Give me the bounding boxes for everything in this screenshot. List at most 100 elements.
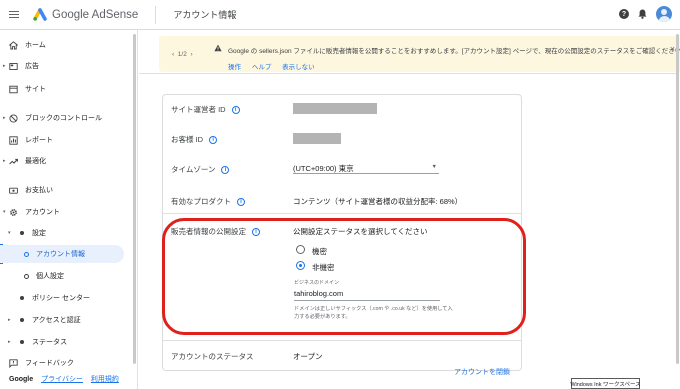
sidebar-item-label: お支払い	[25, 187, 53, 194]
sidebar-item-payments[interactable]: お支払い	[0, 181, 128, 199]
sidebar-item-ads[interactable]: ▸ 広告	[0, 57, 128, 75]
bullet-ring-icon	[24, 273, 29, 279]
sidebar-item-label: フィードバック	[25, 360, 74, 367]
products-value: コンテンツ（サイト運営者様の収益分配率: 68%）	[293, 197, 463, 206]
collapse-caret-icon[interactable]: ▾	[8, 230, 11, 236]
bullet-dot-icon	[20, 231, 24, 235]
block-icon	[9, 113, 18, 123]
banner-help-link[interactable]: ヘルプ	[252, 64, 272, 71]
main-scrollbar[interactable]	[676, 34, 679, 364]
row-divider	[163, 213, 521, 214]
sidebar-scrollbar[interactable]	[133, 34, 136, 364]
banner-close-icon[interactable]: ×	[670, 44, 675, 54]
publisher-id-text: サイト運営者 ID	[171, 105, 226, 114]
info-icon[interactable]: i	[221, 165, 230, 174]
expand-caret-icon[interactable]: ▸	[8, 317, 11, 323]
gear-icon	[10, 208, 17, 216]
help-icon[interactable]: ?	[619, 9, 629, 19]
sidebar-item-feedback[interactable]: フィードバック	[0, 354, 128, 372]
customer-id-redacted	[293, 133, 341, 144]
timezone-text: タイムゾーン	[171, 165, 216, 174]
bullet-ring-icon	[24, 251, 29, 257]
sidebar-item-label: ホーム	[25, 42, 46, 49]
warning-icon	[214, 44, 222, 52]
banner-dismiss-link[interactable]: 表示しない	[282, 64, 315, 71]
sites-icon	[9, 85, 18, 93]
sidebar-item-label: 設定	[32, 230, 46, 237]
products-text: 有効なプロダクト	[171, 197, 231, 206]
footer-google-label: Google	[9, 376, 34, 383]
sidebar-item-settings[interactable]: ▾ 設定	[0, 224, 128, 242]
sidebar-item-sites[interactable]: サイト	[0, 80, 128, 98]
ads-icon	[9, 62, 18, 70]
sidebar-item-personal-settings[interactable]: 個人設定	[0, 267, 128, 285]
sidebar-item-optimization[interactable]: ▸ 最適化	[0, 152, 128, 170]
pager-text: 1/2	[177, 51, 187, 58]
sidebar-item-label: ブロックのコントロール	[25, 115, 102, 122]
expand-caret-icon[interactable]: ▸	[8, 339, 11, 345]
expand-caret-icon[interactable]: ▸	[3, 158, 6, 164]
info-icon[interactable]: i	[231, 105, 240, 114]
banner-action-link[interactable]: 操作	[228, 64, 241, 71]
row-divider	[163, 340, 521, 341]
sidebar-item-label: 最適化	[25, 158, 46, 165]
account-status-value: オープン	[293, 352, 323, 361]
info-icon[interactable]: i	[237, 197, 245, 206]
logo-text: Google AdSense	[52, 8, 139, 21]
sidebar-item-label: ポリシー センター	[32, 295, 90, 302]
bullet-dot-icon	[20, 318, 24, 322]
adsense-logo[interactable]: Google AdSense	[33, 8, 138, 21]
notification-banner: ‹ 1/2 › Google の sellers.json ファイルに販売者情報…	[159, 36, 680, 72]
sidebar-item-label: ステータス	[32, 339, 67, 346]
notifications-bell-icon[interactable]	[638, 9, 647, 19]
sidebar-item-label: 個人設定	[36, 273, 64, 280]
sidebar-item-home[interactable]: ホーム	[0, 36, 128, 54]
account-avatar[interactable]	[656, 6, 672, 22]
banner-pager: ‹ 1/2 ›	[172, 51, 193, 58]
sidebar-footer: Google プライバシー 利用規約	[9, 374, 119, 384]
customer-id-text: お客様 ID	[171, 135, 204, 144]
sidebar-item-access-auth[interactable]: ▸ アクセスと認証	[0, 311, 128, 329]
timezone-select[interactable]: (UTC+09:00) 東京 ▼	[293, 163, 439, 174]
banner-links: 操作 ヘルプ 表示しない	[228, 61, 324, 71]
sidebar-item-label: アカウント情報	[36, 251, 85, 258]
sidebar-item-label: サイト	[25, 86, 46, 93]
sidebar-item-account-info[interactable]: アカウント情報	[0, 245, 124, 263]
timezone-value: (UTC+09:00) 東京	[293, 164, 354, 173]
publisher-id-label: サイト運営者 ID i	[171, 104, 240, 115]
sidebar-item-label: アクセスと認証	[32, 317, 81, 324]
expand-caret-icon[interactable]: ▸	[3, 63, 6, 69]
sidebar-item-block-controls[interactable]: ▸ ブロックのコントロール	[0, 109, 128, 127]
windows-ink-button[interactable]: Windows Ink ワークスペース	[570, 378, 641, 389]
sidebar-nav: ホーム ▸ 広告 サイト ▸ ブロックのコントロール レポート ▸ 最適化 お支…	[0, 30, 138, 389]
prev-page-icon[interactable]: ‹	[172, 51, 174, 58]
bullet-dot-icon	[20, 340, 24, 344]
collapse-caret-icon[interactable]: ▾	[3, 209, 6, 215]
bullet-dot-icon	[20, 296, 24, 300]
close-account-link[interactable]: アカウントを閉鎖	[454, 367, 510, 377]
sidebar-item-status[interactable]: ▸ ステータス	[0, 333, 128, 351]
account-status-label: アカウントのステータス	[171, 352, 254, 361]
sidebar-item-label: 広告	[25, 63, 39, 70]
privacy-link[interactable]: プライバシー	[41, 376, 83, 383]
feedback-icon	[9, 358, 18, 368]
reports-icon	[9, 135, 18, 145]
sidebar-item-policy-center[interactable]: ポリシー センター	[0, 289, 128, 307]
home-icon	[9, 40, 18, 49]
sidebar-item-reports[interactable]: レポート	[0, 131, 128, 149]
timezone-label: タイムゾーン i	[171, 164, 230, 175]
top-app-bar: Google AdSense アカウント情報 ?	[0, 0, 680, 30]
expand-caret-icon[interactable]: ▸	[3, 115, 6, 121]
dropdown-arrow-icon: ▼	[431, 164, 437, 170]
payments-icon	[9, 187, 18, 194]
banner-message: Google の sellers.json ファイルに販売者情報を公開することを…	[228, 48, 680, 55]
hamburger-menu-icon[interactable]	[9, 10, 19, 19]
main-content: ‹ 1/2 › Google の sellers.json ファイルに販売者情報…	[139, 30, 680, 389]
sidebar-item-label: アカウント	[25, 209, 60, 216]
customer-id-label: お客様 ID i	[171, 134, 218, 145]
info-icon[interactable]: i	[209, 135, 218, 144]
next-page-icon[interactable]: ›	[190, 51, 192, 58]
terms-link[interactable]: 利用規約	[91, 376, 119, 383]
trending-icon	[9, 158, 18, 164]
sidebar-item-account[interactable]: ▾ アカウント	[0, 203, 128, 221]
